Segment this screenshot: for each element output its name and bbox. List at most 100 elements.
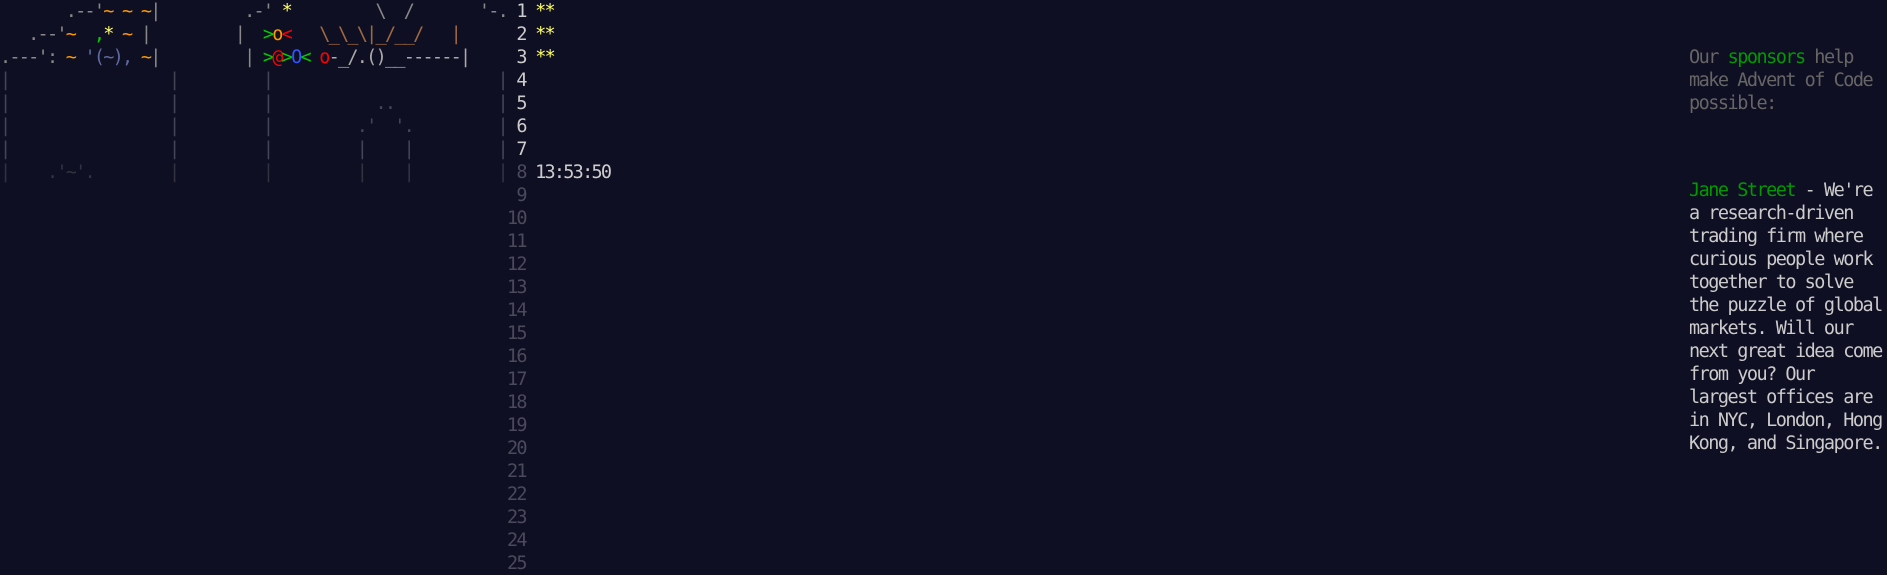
art-segment: , <box>93 24 105 45</box>
day-number: 10 <box>506 208 528 229</box>
calendar-art <box>0 507 507 528</box>
advent-calendar: .--'~ ~ ~| .-' * \ / '-. 1 ** .--'~ ,* ~… <box>0 0 612 575</box>
day-number: 12 <box>506 254 528 275</box>
calendar-day-24: 24 <box>507 530 535 551</box>
calendar-day-17: 17 <box>507 369 535 390</box>
art-segment: @ <box>272 47 283 68</box>
day-stars: ** <box>535 1 556 22</box>
calendar-art <box>0 254 507 275</box>
calendar-day-5[interactable]: 5 <box>507 93 535 114</box>
art-segment: .--' <box>0 24 67 45</box>
art-segment: | <box>150 24 263 45</box>
sponsors-intro: Our sponsors help make Advent of Code po… <box>1689 46 1887 115</box>
calendar-line: .--'~ ~ ~| .-' * \ / '-. 1 ** <box>0 0 610 23</box>
art-segment: | | | .' '. | <box>0 116 509 137</box>
sponsor-entry: Jane Street - We're a research-driven tr… <box>1689 179 1887 455</box>
calendar-line: 21 <box>0 460 610 483</box>
calendar-line: 20 <box>0 437 610 460</box>
calendar-art <box>0 185 507 206</box>
calendar-art <box>0 208 507 229</box>
calendar-art: .--'~ ,* ~ | | >o< \_\_\|_/__/ | <box>0 24 507 45</box>
calendar-line: | | | | | | 7 <box>0 138 610 161</box>
calendar-art <box>0 231 507 252</box>
calendar-art <box>0 346 507 367</box>
day-number: 7 <box>506 139 527 160</box>
calendar-art <box>0 461 507 482</box>
calendar-line: 14 <box>0 299 610 322</box>
art-segment: \ / '-. <box>291 1 509 22</box>
calendar-day-21: 21 <box>507 461 535 482</box>
art-segment: | <box>159 47 263 68</box>
day-number: 17 <box>506 369 528 390</box>
day-number: 15 <box>506 323 528 344</box>
day-number: 21 <box>506 461 528 482</box>
calendar-day-6[interactable]: 6 <box>507 116 535 137</box>
calendar-day-11: 11 <box>507 231 535 252</box>
art-segment: > <box>262 24 274 45</box>
calendar-day-16: 16 <box>507 346 535 367</box>
art-segment: | | | | | | <box>0 139 509 160</box>
day-number: 24 <box>506 530 528 551</box>
calendar-line: 11 <box>0 230 610 253</box>
sponsors-intro-before: Our <box>1689 47 1728 68</box>
calendar-art: | | | | | | <box>0 139 509 160</box>
calendar-line: | | | | 4 <box>0 69 610 92</box>
calendar-art <box>0 300 507 321</box>
day-number: 18 <box>506 392 528 413</box>
calendar-art: | | | .. | <box>0 93 509 114</box>
day-number: 4 <box>506 70 527 91</box>
calendar-day-1[interactable]: 1 ** <box>507 1 556 22</box>
sponsor-separator: - <box>1795 180 1824 201</box>
calendar-day-13: 13 <box>507 277 535 298</box>
day-number: 13 <box>506 277 528 298</box>
art-segment: | | | .. | <box>0 93 509 114</box>
calendar-line: | | | .. | 5 <box>0 92 610 115</box>
calendar-day-12: 12 <box>507 254 535 275</box>
day-number: 9 <box>506 185 527 206</box>
art-segment: > <box>281 47 293 68</box>
calendar-art <box>0 277 507 298</box>
sponsors-link[interactable]: sponsors <box>1728 47 1807 68</box>
art-segment: < <box>300 47 320 68</box>
calendar-day-3[interactable]: 3 ** <box>507 47 555 68</box>
calendar-art <box>0 323 507 344</box>
art-segment: | <box>150 1 161 22</box>
calendar-day-22: 22 <box>507 484 535 505</box>
calendar-line: .---': ~ '(~), ~| | >@>O< o-_/.()__-----… <box>0 46 610 69</box>
art-segment: | <box>140 24 152 45</box>
calendar-day-2[interactable]: 2 ** <box>507 24 556 45</box>
sponsor-description: We're a research-driven trading firm whe… <box>1689 180 1883 454</box>
calendar-art: .--'~ ~ ~| .-' * \ / '-. <box>0 1 509 22</box>
calendar-art <box>0 553 507 574</box>
sponsor-link-jane-street[interactable]: Jane Street <box>1689 180 1797 201</box>
calendar-line: 19 <box>0 414 610 437</box>
calendar-art <box>0 530 507 551</box>
calendar-line: 16 <box>0 345 610 368</box>
calendar-day-7[interactable]: 7 <box>507 139 535 160</box>
day-number: 25 <box>506 553 528 574</box>
calendar-line: 15 <box>0 322 610 345</box>
art-segment: ~ <box>112 24 141 45</box>
calendar-art: | | | .' '. | <box>0 116 509 137</box>
calendar-art: | .'~'. | | | | | <box>0 162 509 183</box>
calendar-day-23: 23 <box>507 507 535 528</box>
calendar-line: 17 <box>0 368 610 391</box>
art-segment: ~ ~ ~ <box>103 1 152 22</box>
calendar-day-9: 9 <box>507 185 535 206</box>
art-segment: | <box>150 47 161 68</box>
calendar-line: .--'~ ,* ~ | | >o< \_\_\|_/__/ | 2 ** <box>0 23 610 46</box>
calendar-art <box>0 415 507 436</box>
calendar-line: 22 <box>0 483 610 506</box>
day-number: 20 <box>506 438 528 459</box>
calendar-day-4[interactable]: 4 <box>507 70 535 91</box>
calendar-art <box>0 484 507 505</box>
day-number: 3 <box>507 47 527 68</box>
art-segment: | | | | <box>0 70 509 91</box>
day-stars: ** <box>535 24 556 45</box>
calendar-art <box>0 369 507 390</box>
calendar-day-18: 18 <box>507 392 535 413</box>
day-number: 11 <box>506 231 528 252</box>
art-segment: ~ <box>65 47 85 68</box>
art-segment: < <box>281 24 293 45</box>
calendar-line: 12 <box>0 253 610 276</box>
